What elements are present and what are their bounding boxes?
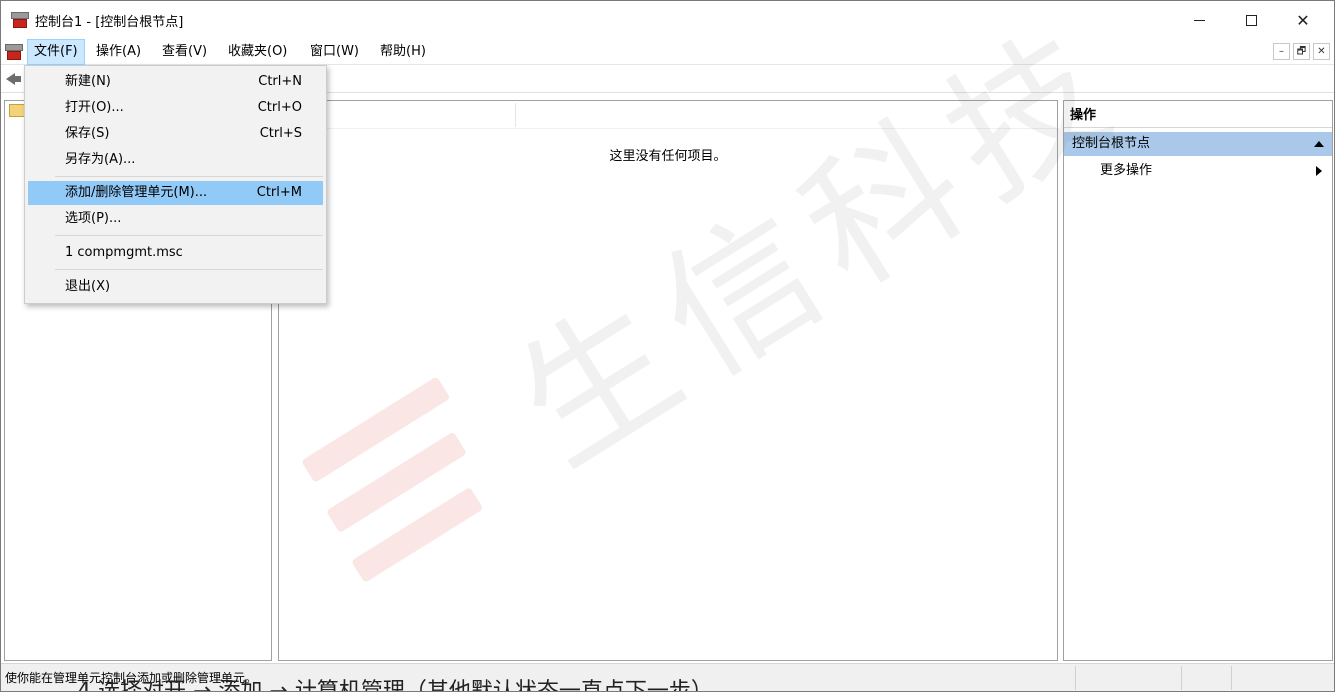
more-actions-item[interactable]: 更多操作 (1064, 159, 1332, 183)
menu-favorites[interactable]: 收藏夹(O) (222, 39, 293, 65)
menu-window[interactable]: 窗口(W) (304, 39, 365, 65)
mmc-console-icon[interactable] (11, 12, 29, 28)
menu-item-label: 保存(S) (65, 126, 110, 141)
title-bar: 控制台1 - [控制台根节点] ✕ (1, 1, 1334, 39)
menu-item-label: 新建(N) (65, 74, 111, 89)
menu-item-recent-file[interactable]: 1 compmgmt.msc (28, 241, 323, 265)
more-actions-label: 更多操作 (1100, 163, 1153, 178)
menu-item-open[interactable]: 打开(O)... Ctrl+O (28, 96, 323, 120)
menu-separator (55, 269, 323, 270)
results-header (279, 101, 1057, 129)
mdi-restore-button[interactable]: 🗗 (1293, 43, 1310, 60)
close-button[interactable]: ✕ (1277, 1, 1329, 39)
menu-separator (55, 235, 323, 236)
mdi-close-button[interactable]: ✕ (1313, 43, 1330, 60)
menu-item-label: 1 compmgmt.msc (65, 245, 183, 260)
menu-item-shortcut: Ctrl+M (256, 185, 302, 200)
menu-item-shortcut: Ctrl+N (258, 74, 302, 89)
menu-item-label: 打开(O)... (65, 100, 124, 115)
actions-pane: 操作 控制台根节点 更多操作 (1063, 100, 1333, 661)
menu-item-new[interactable]: 新建(N) Ctrl+N (28, 70, 323, 94)
menu-item-add-remove-snapin[interactable]: 添加/删除管理单元(M)... Ctrl+M (28, 181, 323, 205)
menu-item-label: 另存为(A)... (65, 152, 136, 167)
menu-item-label: 退出(X) (65, 279, 111, 294)
menu-view[interactable]: 查看(V) (156, 39, 213, 65)
menu-item-shortcut: Ctrl+S (259, 126, 302, 141)
document-caption-text: 4.选择对开 → 添加 → 计算机管理（其他默认状态一直点下一步） (77, 679, 713, 692)
menu-file[interactable]: 文件(F) (27, 39, 85, 65)
minimize-button[interactable] (1173, 1, 1225, 39)
menu-item-shortcut: Ctrl+O (257, 100, 302, 115)
mmc-window: 控制台1 - [控制台根节点] ✕ 文件(F) 操作(A) 查看(V) 收藏夹(… (0, 0, 1335, 692)
actions-section-label: 控制台根节点 (1072, 136, 1151, 151)
menu-item-save-as[interactable]: 另存为(A)... (28, 148, 323, 172)
menu-action[interactable]: 操作(A) (90, 39, 147, 65)
status-divider (1231, 666, 1232, 690)
actions-title: 操作 (1064, 101, 1332, 128)
column-divider[interactable] (515, 103, 516, 127)
back-arrow-icon[interactable] (6, 71, 22, 87)
status-divider (1181, 666, 1182, 690)
empty-message: 这里没有任何项目。 (609, 149, 727, 164)
mdi-controls: – 🗗 ✕ (1273, 43, 1330, 60)
file-menu-dropdown: 新建(N) Ctrl+N 打开(O)... Ctrl+O 保存(S) Ctrl+… (24, 65, 327, 304)
menu-bar: 文件(F) 操作(A) 查看(V) 收藏夹(O) 窗口(W) 帮助(H) – 🗗… (1, 39, 1334, 65)
menu-separator (55, 176, 323, 177)
maximize-icon (1245, 14, 1257, 26)
menu-item-save[interactable]: 保存(S) Ctrl+S (28, 122, 323, 146)
menu-item-options[interactable]: 选项(P)... (28, 207, 323, 231)
menu-help[interactable]: 帮助(H) (374, 39, 432, 65)
folder-icon[interactable] (9, 104, 25, 117)
mmc-console-icon-small[interactable] (5, 44, 23, 60)
maximize-button[interactable] (1225, 1, 1277, 39)
window-title: 控制台1 - [控制台根节点] (35, 15, 184, 30)
menu-item-exit[interactable]: 退出(X) (28, 275, 323, 299)
minimize-icon (1193, 19, 1205, 21)
triangle-right-icon (1316, 166, 1322, 176)
triangle-up-icon[interactable] (1314, 141, 1324, 147)
close-icon: ✕ (1296, 10, 1310, 30)
results-pane[interactable]: 这里没有任何项目。 (278, 100, 1058, 661)
mdi-minimize-button[interactable]: – (1273, 43, 1290, 60)
menu-item-label: 添加/删除管理单元(M)... (65, 185, 208, 200)
actions-section-root[interactable]: 控制台根节点 (1064, 132, 1332, 156)
status-divider (1075, 666, 1076, 690)
menu-item-label: 选项(P)... (65, 211, 122, 226)
